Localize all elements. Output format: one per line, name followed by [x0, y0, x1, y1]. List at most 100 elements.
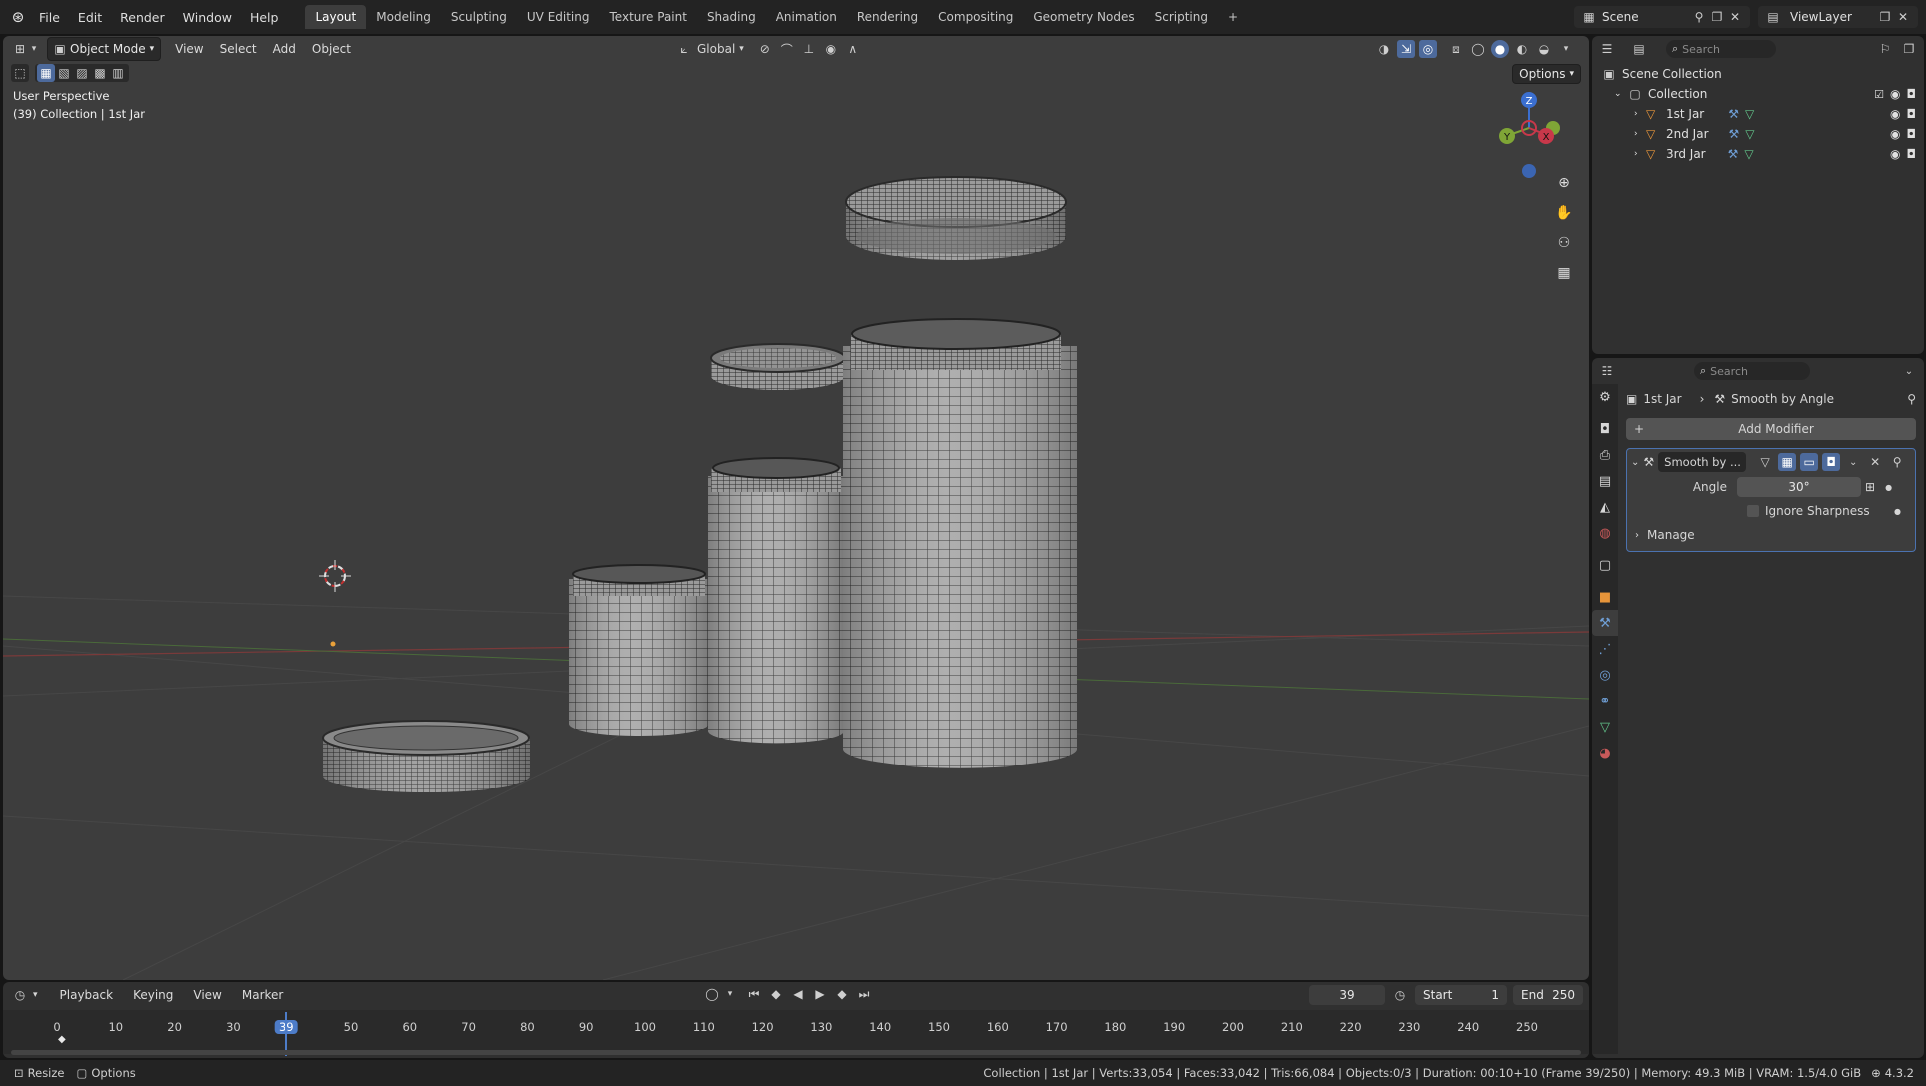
- keyframe-dot[interactable]: ●: [1885, 483, 1892, 492]
- particles-tab-icon[interactable]: ⋰: [1592, 636, 1618, 662]
- properties-search-input[interactable]: ⌕ Search: [1694, 362, 1810, 380]
- menu-playback[interactable]: Playback: [52, 988, 122, 1002]
- menu-keying[interactable]: Keying: [125, 988, 181, 1002]
- lid-floating-small[interactable]: [710, 343, 846, 390]
- view-layer-selector[interactable]: ▤ ViewLayer ❐ ✕: [1758, 6, 1918, 28]
- tab-compositing[interactable]: Compositing: [928, 5, 1023, 29]
- modifier-name-field[interactable]: Smooth by ...: [1658, 452, 1747, 472]
- output-tab-icon[interactable]: ⎙: [1592, 442, 1618, 468]
- outliner-row-object[interactable]: › ▽ 1st Jar ⚒ ▽ ◉ ◘: [1600, 104, 1916, 124]
- tab-texture-paint[interactable]: Texture Paint: [600, 5, 697, 29]
- collection-tab-icon[interactable]: ▢: [1592, 552, 1618, 578]
- edit-mode-icon[interactable]: ▽: [1756, 453, 1774, 471]
- on-cage-icon[interactable]: ▦: [1778, 453, 1797, 471]
- checkbox-icon[interactable]: ☑: [1874, 88, 1884, 101]
- timeline-editor-icon[interactable]: ◷: [11, 986, 29, 1004]
- chevron-down-icon[interactable]: ⌄: [1631, 457, 1639, 468]
- properties-editor-icon[interactable]: ☷: [1598, 362, 1616, 380]
- tool-tab-icon[interactable]: ⚙: [1592, 384, 1618, 410]
- tab-animation[interactable]: Animation: [766, 5, 847, 29]
- lid-floating-large[interactable]: [845, 176, 1067, 260]
- new-view-layer-icon[interactable]: ❐: [1876, 8, 1894, 26]
- camera-icon[interactable]: ◘: [1907, 87, 1917, 101]
- lid-floor[interactable]: [322, 720, 530, 793]
- chevron-down-icon[interactable]: ⌄: [1614, 89, 1626, 99]
- next-keyframe-icon[interactable]: ◆: [833, 985, 851, 1003]
- tab-shading[interactable]: Shading: [697, 5, 766, 29]
- chevron-right-icon[interactable]: ›: [1634, 129, 1646, 139]
- camera-icon[interactable]: ◘: [1907, 127, 1917, 141]
- chevron-right-icon[interactable]: ›: [1634, 149, 1646, 159]
- manage-subpanel[interactable]: › Manage: [1627, 523, 1915, 547]
- constraints-tab-icon[interactable]: ⚭: [1592, 688, 1618, 714]
- tab-geometry-nodes[interactable]: Geometry Nodes: [1023, 5, 1144, 29]
- 3d-cursor[interactable]: [319, 560, 351, 592]
- menu-file[interactable]: File: [30, 10, 69, 25]
- scene-selector[interactable]: ▦ Scene ⚲ ❐ ✕: [1574, 6, 1750, 28]
- camera-icon[interactable]: ◘: [1907, 147, 1917, 161]
- camera-view-icon[interactable]: ⚇: [1551, 230, 1577, 256]
- keyframe-diamond[interactable]: ◆: [58, 1034, 66, 1045]
- outliner-row-object[interactable]: › ▽ 2nd Jar ⚒ ▽ ◉ ◘: [1600, 124, 1916, 144]
- outliner-search-input[interactable]: ⌕ Search: [1666, 40, 1776, 58]
- menu-edit[interactable]: Edit: [69, 10, 111, 25]
- data-tab-icon[interactable]: ▽: [1592, 714, 1618, 740]
- 3d-viewport[interactable]: ⊞ ▾ ▣ Object Mode ▾ View Select Add Obje…: [3, 36, 1589, 980]
- menu-help[interactable]: Help: [241, 10, 288, 25]
- outliner-row-collection[interactable]: ⌄ ▢ Collection ☑ ◉ ◘: [1600, 84, 1916, 104]
- menu-marker[interactable]: Marker: [234, 988, 291, 1002]
- chevron-down-icon[interactable]: ⌄: [1900, 362, 1918, 380]
- realtime-icon[interactable]: ▭: [1800, 453, 1819, 471]
- zoom-icon[interactable]: ⊕: [1551, 170, 1577, 196]
- stopwatch-icon[interactable]: ◷: [1391, 986, 1409, 1004]
- menu-window[interactable]: Window: [174, 10, 241, 25]
- perspective-toggle-icon[interactable]: ▦: [1551, 260, 1577, 286]
- render-tab-icon[interactable]: ◘: [1592, 416, 1618, 442]
- chevron-down-icon[interactable]: ⌄: [1844, 453, 1862, 471]
- play-reverse-icon[interactable]: ◀: [789, 985, 807, 1003]
- outliner-row-scene-collection[interactable]: ▣ Scene Collection: [1600, 64, 1916, 84]
- jar-large[interactable]: [843, 318, 1077, 768]
- angle-field[interactable]: 30°: [1737, 477, 1861, 497]
- view-layer-tab-icon[interactable]: ▤: [1592, 468, 1618, 494]
- new-scene-icon[interactable]: ❐: [1708, 8, 1726, 26]
- ignore-sharpness-checkbox[interactable]: [1747, 505, 1759, 517]
- outliner-editor-icon[interactable]: ☰: [1598, 40, 1616, 58]
- auto-keying-icon[interactable]: ◯: [703, 985, 721, 1003]
- eye-icon[interactable]: ◉: [1890, 87, 1900, 101]
- eye-icon[interactable]: ◉: [1890, 127, 1900, 141]
- add-modifier-button[interactable]: + Add Modifier: [1626, 418, 1916, 440]
- object-tab-icon[interactable]: ■: [1592, 584, 1618, 610]
- play-icon[interactable]: ▶: [811, 985, 829, 1003]
- pin-icon[interactable]: ⚲: [1690, 8, 1708, 26]
- jump-end-icon[interactable]: ⏭: [855, 985, 873, 1003]
- tab-rendering[interactable]: Rendering: [847, 5, 928, 29]
- physics-tab-icon[interactable]: ◎: [1592, 662, 1618, 688]
- tab-uv-editing[interactable]: UV Editing: [517, 5, 600, 29]
- current-frame-field[interactable]: 39: [1309, 985, 1385, 1005]
- filter-icon[interactable]: ⚐: [1876, 40, 1894, 58]
- eye-icon[interactable]: ◉: [1890, 107, 1900, 121]
- navigation-gizmo[interactable]: Z Y X: [1499, 88, 1569, 178]
- start-frame-field[interactable]: Start 1: [1415, 985, 1507, 1005]
- new-collection-icon[interactable]: ❐: [1900, 40, 1918, 58]
- jar-medium[interactable]: [708, 457, 844, 744]
- prev-keyframe-icon[interactable]: ◆: [767, 985, 785, 1003]
- outliner-row-object[interactable]: › ▽ 3rd Jar ⚒ ▽ ◉ ◘: [1600, 144, 1916, 164]
- material-tab-icon[interactable]: ◕: [1592, 740, 1618, 766]
- pin-icon[interactable]: ⚲: [1888, 453, 1906, 471]
- tab-layout[interactable]: Layout: [305, 5, 367, 29]
- modifier-tab-icon[interactable]: ⚒: [1592, 610, 1618, 636]
- blender-logo-icon[interactable]: ⊛: [6, 8, 30, 26]
- pan-hand-icon[interactable]: ✋: [1551, 200, 1577, 226]
- tab-scripting[interactable]: Scripting: [1145, 5, 1218, 29]
- camera-icon[interactable]: ◘: [1907, 107, 1917, 121]
- jump-start-icon[interactable]: ⏮: [745, 985, 763, 1003]
- pin-icon[interactable]: ⚲: [1907, 392, 1916, 406]
- node-socket-icon[interactable]: ⊞: [1865, 480, 1875, 494]
- chevron-right-icon[interactable]: ›: [1634, 109, 1646, 119]
- menu-render[interactable]: Render: [111, 10, 174, 25]
- menu-view[interactable]: View: [185, 988, 229, 1002]
- tab-sculpting[interactable]: Sculpting: [441, 5, 517, 29]
- ignore-sharpness-label[interactable]: Ignore Sharpness: [1765, 504, 1870, 518]
